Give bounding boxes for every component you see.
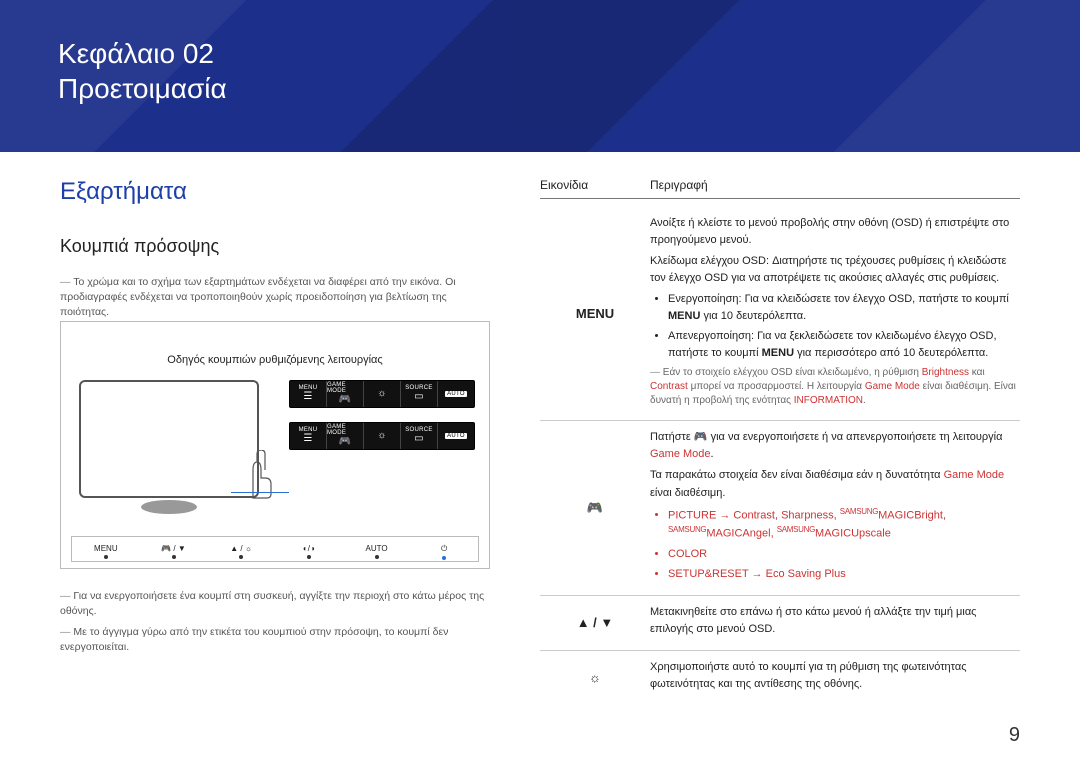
table-row: ▲ / ▼ Μετακινηθείτε στο επάνω ή στο κάτω…	[540, 596, 1020, 651]
bright-button-label: ▲ / ☼	[207, 544, 275, 553]
brightness-icon: ☼	[540, 659, 650, 697]
updown-desc: Μετακινηθείτε στο επάνω ή στο κάτω μενού…	[650, 604, 1020, 638]
chapter-title: Προετοιμασία	[58, 71, 1080, 106]
updown-icon: ▲ / ▼	[540, 604, 650, 642]
subsection-title: Κουμπιά πρόσοψης	[60, 236, 490, 257]
col-description: Περιγραφή	[650, 178, 708, 192]
menu-icon-label: MENU	[540, 215, 650, 412]
table-row: MENU Ανοίξτε ή κλείστε το μενού προβολής…	[540, 207, 1020, 421]
auto-button-label: AUTO	[343, 544, 411, 553]
list-item: Απενεργοποίηση: Για να ξεκλειδώσετε τον …	[668, 328, 1020, 362]
callout-line	[231, 492, 289, 493]
guide-caption: Οδηγός κουμπιών ρυθμιζόμενης λειτουργίας	[71, 354, 479, 366]
table-header: Εικονίδια Περιγραφή	[540, 178, 1020, 199]
section-title: Εξαρτήματα	[60, 178, 490, 206]
col-icons: Εικονίδια	[540, 178, 650, 192]
menu-desc: Ανοίξτε ή κλείστε το μενού προβολής στην…	[650, 215, 1020, 249]
gamepad-icon: 🎮	[540, 429, 650, 587]
list-item: PICTURE → Contrast, Sharpness, SAMSUNGMA…	[668, 506, 1020, 543]
button-row: MENU 🎮 / ▼ ▲ / ☼ ◐/◑ AUTO ⏻	[71, 536, 479, 562]
table-row: ☼ Χρησιμοποιήστε αυτό το κουμπί για τη ρ…	[540, 651, 1020, 705]
menu-button-label: MENU	[72, 544, 140, 553]
osd-strip: MENU☰ GAME MODE🎮 ☼ SOURCE▭ AUTO	[289, 422, 475, 450]
game-desc: Τα παρακάτω στοιχεία δεν είναι διαθέσιμα…	[650, 467, 1020, 501]
power-button-label: ⏻	[410, 544, 478, 554]
eye-button-label: ◐/◑	[275, 544, 343, 553]
footnote: Με το άγγιγμα γύρω από την ετικέτα του κ…	[60, 625, 490, 655]
monitor-icon	[79, 380, 259, 498]
footnote: Για να ενεργοποιήσετε ένα κουμπί στη συσ…	[60, 589, 490, 619]
menu-desc: Κλείδωμα ελέγχου OSD: Διατηρήστε τις τρέ…	[650, 253, 1020, 287]
game-desc: Πατήστε 🎮 για να ενεργοποιήσετε ή να απε…	[650, 429, 1020, 463]
list-item: COLOR	[668, 546, 1020, 563]
table-row: 🎮 Πατήστε 🎮 για να ενεργοποιήσετε ή να α…	[540, 421, 1020, 596]
osd-strip: MENU☰ GAME MODE🎮 ☼ SOURCE▭ AUTO	[289, 380, 475, 408]
game-button-label: 🎮 / ▼	[140, 544, 208, 553]
brightness-desc: Χρησιμοποιήστε αυτό το κουμπί για τη ρύθ…	[650, 659, 1020, 693]
chapter-label: Κεφάλαιο 02	[58, 36, 1080, 71]
spec-note: Το χρώμα και το σχήμα των εξαρτημάτων εν…	[60, 275, 490, 321]
page-number: 9	[1009, 724, 1020, 747]
osd-lock-note: Εάν το στοιχείο ελέγχου OSD είναι κλειδω…	[650, 366, 1020, 408]
list-item: Ενεργοποίηση: Για να κλειδώσετε τον έλεγ…	[668, 291, 1020, 325]
list-item: SETUP&RESET → Eco Saving Plus	[668, 566, 1020, 583]
chapter-header: Κεφάλαιο 02 Προετοιμασία	[0, 0, 1080, 152]
illustration-box: Οδηγός κουμπιών ρυθμιζόμενης λειτουργίας…	[60, 321, 490, 569]
